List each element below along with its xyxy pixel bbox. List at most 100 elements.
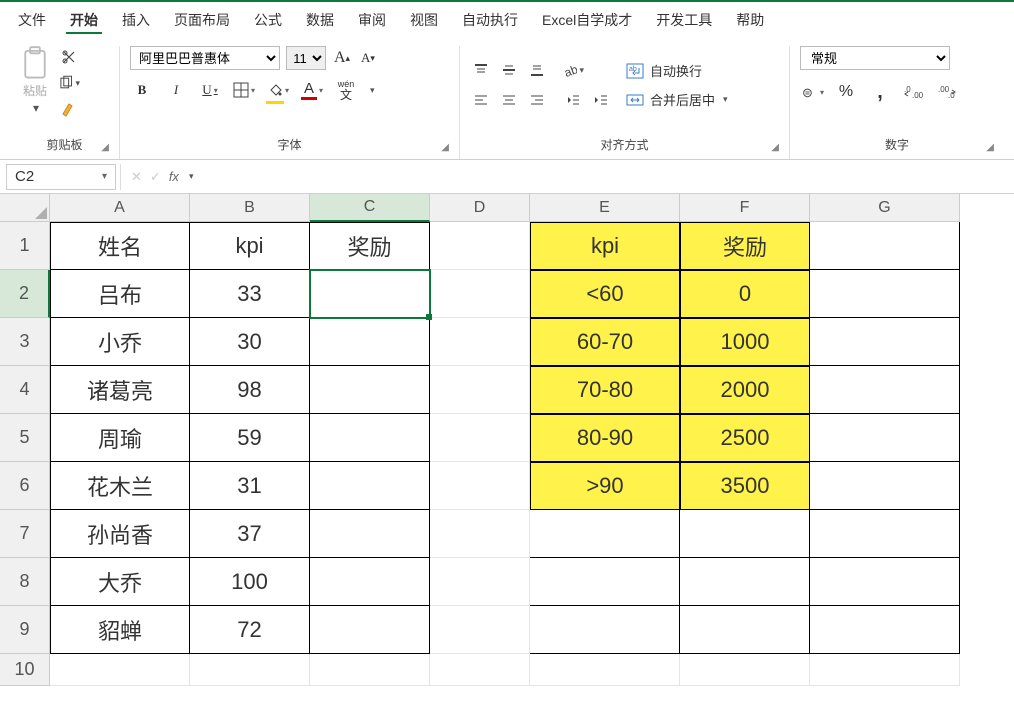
select-all-button[interactable] [0,194,50,222]
decrease-decimal-button[interactable]: .00.0 [936,80,960,104]
cell-G9[interactable] [810,606,960,654]
menu-data[interactable]: 数据 [302,8,338,34]
cell-C9[interactable] [310,606,430,654]
accounting-format-button[interactable]: ⊜▾ [800,80,824,104]
paste-button[interactable]: 粘贴 ▾ [20,46,50,115]
phonetic-button[interactable]: wén 文 [334,78,358,102]
cell-B3[interactable]: 30 [190,318,310,366]
cell-F3[interactable]: 1000 [680,318,810,366]
align-top-button[interactable] [470,60,492,80]
row-header-9[interactable]: 9 [0,606,50,654]
cell-E2[interactable]: <60 [530,270,680,318]
cell-F1[interactable]: 奖励 [680,222,810,270]
name-box[interactable]: C2 ▾ [6,164,116,190]
cell-B6[interactable]: 31 [190,462,310,510]
bold-button[interactable]: B [130,78,154,102]
cell-A4[interactable]: 诸葛亮 [50,366,190,414]
enter-formula-icon[interactable]: ✓ [150,169,161,185]
cell-D10[interactable] [430,654,530,686]
col-header-G[interactable]: G [810,194,960,222]
cell-F5[interactable]: 2500 [680,414,810,462]
row-header-6[interactable]: 6 [0,462,50,510]
copy-button[interactable]: ▾ [58,72,80,94]
cell-D6[interactable] [430,462,530,510]
cell-C7[interactable] [310,510,430,558]
cell-A8[interactable]: 大乔 [50,558,190,606]
menu-insert[interactable]: 插入 [118,8,154,34]
cell-A3[interactable]: 小乔 [50,318,190,366]
decrease-indent-button[interactable] [562,90,584,110]
italic-button[interactable]: I [164,78,188,102]
cell-D9[interactable] [430,606,530,654]
align-right-button[interactable] [526,90,548,110]
menu-review[interactable]: 审阅 [354,8,390,34]
row-header-2[interactable]: 2 [0,270,50,318]
row-header-8[interactable]: 8 [0,558,50,606]
align-center-button[interactable] [498,90,520,110]
cell-B7[interactable]: 37 [190,510,310,558]
cell-B1[interactable]: kpi [190,222,310,270]
cell-E7[interactable] [530,510,680,558]
cell-E1[interactable]: kpi [530,222,680,270]
formula-input[interactable] [203,164,1014,190]
borders-button[interactable]: ▾ [232,78,256,102]
cell-D2[interactable] [430,270,530,318]
cell-F7[interactable] [680,510,810,558]
row-header-3[interactable]: 3 [0,318,50,366]
cell-F9[interactable] [680,606,810,654]
cell-G2[interactable] [810,270,960,318]
menu-automate[interactable]: 自动执行 [458,8,522,34]
fill-color-button[interactable]: ▾ [266,78,290,102]
col-header-B[interactable]: B [190,194,310,222]
row-header-4[interactable]: 4 [0,366,50,414]
alignment-launcher-icon[interactable]: ◢ [771,142,779,153]
cell-D1[interactable] [430,222,530,270]
align-left-button[interactable] [470,90,492,110]
number-format-select[interactable]: 常规 [800,46,950,70]
font-color-button[interactable]: A▾ [300,78,324,102]
fx-icon[interactable]: fx [169,169,179,184]
menu-formulas[interactable]: 公式 [250,8,286,34]
cell-B8[interactable]: 100 [190,558,310,606]
menu-file[interactable]: 文件 [14,8,50,34]
increase-font-button[interactable]: A▴ [332,47,352,69]
cell-C10[interactable] [310,654,430,686]
clipboard-launcher-icon[interactable]: ◢ [101,142,109,153]
cell-B2[interactable]: 33 [190,270,310,318]
row-header-5[interactable]: 5 [0,414,50,462]
menu-home[interactable]: 开始 [66,8,102,34]
decrease-font-button[interactable]: A▾ [358,47,378,69]
align-middle-button[interactable] [498,60,520,80]
cell-A5[interactable]: 周瑜 [50,414,190,462]
cell-G4[interactable] [810,366,960,414]
merge-dropdown-icon[interactable]: ▾ [723,94,728,105]
font-name-select[interactable]: 阿里巴巴普惠体 [130,46,280,70]
cell-E10[interactable] [530,654,680,686]
align-bottom-button[interactable] [526,60,548,80]
cell-B9[interactable]: 72 [190,606,310,654]
cell-G10[interactable] [810,654,960,686]
underline-button[interactable]: U▾ [198,78,222,102]
cell-A9[interactable]: 貂蝉 [50,606,190,654]
cell-G1[interactable] [810,222,960,270]
col-header-D[interactable]: D [430,194,530,222]
cell-B10[interactable] [190,654,310,686]
cell-D8[interactable] [430,558,530,606]
cell-C6[interactable] [310,462,430,510]
cell-C2[interactable] [310,270,430,318]
cell-B5[interactable]: 59 [190,414,310,462]
increase-indent-button[interactable] [590,90,612,110]
paste-dropdown-icon[interactable]: ▾ [33,101,39,115]
cell-C8[interactable] [310,558,430,606]
cell-F8[interactable] [680,558,810,606]
merge-center-button[interactable]: 合并后居中 ▾ [626,90,728,109]
cell-F2[interactable]: 0 [680,270,810,318]
menu-custom-tab[interactable]: Excel自学成才 [538,8,636,34]
cell-D5[interactable] [430,414,530,462]
cell-B4[interactable]: 98 [190,366,310,414]
cell-C1[interactable]: 奖励 [310,222,430,270]
number-launcher-icon[interactable]: ◢ [986,142,994,153]
cell-G8[interactable] [810,558,960,606]
cell-A7[interactable]: 孙尚香 [50,510,190,558]
cut-button[interactable] [58,46,80,68]
